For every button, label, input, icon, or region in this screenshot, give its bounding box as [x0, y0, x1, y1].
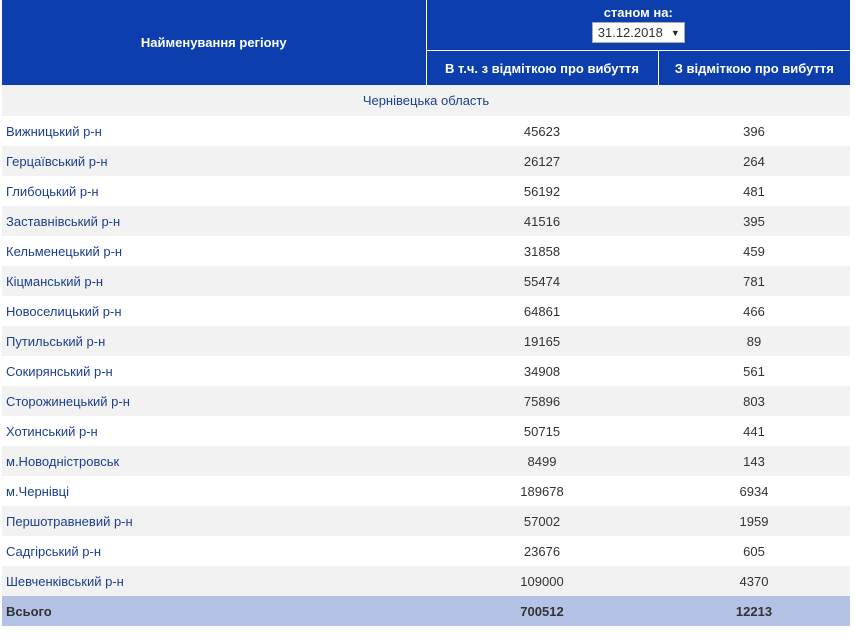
district-link[interactable]: Новоселицький р-н — [2, 296, 426, 326]
value-with-mark: 109000 — [426, 566, 658, 596]
value-with-mark: 189678 — [426, 476, 658, 506]
value-with-mark: 75896 — [426, 386, 658, 416]
value-with-mark: 31858 — [426, 236, 658, 266]
header-row: Найменування регіону станом на: 31.12.20… — [2, 0, 850, 85]
total-row: Всього 700512 12213 — [2, 596, 850, 626]
value-with-mark: 26127 — [426, 146, 658, 176]
value-with-mark: 57002 — [426, 506, 658, 536]
table-row: Новоселицький р-н 64861 466 — [2, 296, 850, 326]
district-link[interactable]: Садгірський р-н — [2, 536, 426, 566]
table-row: Садгірський р-н 23676 605 — [2, 536, 850, 566]
value-with-mark: 50715 — [426, 416, 658, 446]
table-row: Глибоцький р-н 56192 481 — [2, 176, 850, 206]
district-link[interactable]: Кіцманський р-н — [2, 266, 426, 296]
date-header: станом на: 31.12.2018 ▼ — [426, 0, 850, 51]
value-mark: 605 — [658, 536, 850, 566]
value-mark: 481 — [658, 176, 850, 206]
value-with-mark: 41516 — [426, 206, 658, 236]
value-with-mark: 55474 — [426, 266, 658, 296]
total-label: Всього — [2, 596, 426, 626]
table-row: Першотравневий р-н 57002 1959 — [2, 506, 850, 536]
table-row: Сторожинецький р-н 75896 803 — [2, 386, 850, 416]
table-row: м.Чернівці 189678 6934 — [2, 476, 850, 506]
district-link[interactable]: Вижницький р-н — [2, 116, 426, 146]
value-mark: 1959 — [658, 506, 850, 536]
value-with-mark: 23676 — [426, 536, 658, 566]
district-link[interactable]: Путильський р-н — [2, 326, 426, 356]
value-mark: 441 — [658, 416, 850, 446]
value-mark: 466 — [658, 296, 850, 326]
district-link[interactable]: Заставнівський р-н — [2, 206, 426, 236]
value-mark: 803 — [658, 386, 850, 416]
table-row: Кельменецький р-н 31858 459 — [2, 236, 850, 266]
district-link[interactable]: Кельменецький р-н — [2, 236, 426, 266]
oblast-row: Чернівецька область — [2, 85, 850, 116]
district-link[interactable]: Герцаївський р-н — [2, 146, 426, 176]
value-mark: 89 — [658, 326, 850, 356]
table-row: Сокирянський р-н 34908 561 — [2, 356, 850, 386]
dropdown-arrow-icon: ▼ — [670, 28, 680, 38]
value-with-mark: 45623 — [426, 116, 658, 146]
column-header-mark: З відміткою про вибуття — [658, 50, 850, 85]
district-link[interactable]: м.Новодністровськ — [2, 446, 426, 476]
oblast-link[interactable]: Чернівецька область — [2, 85, 850, 116]
date-select-value: 31.12.2018 — [597, 25, 663, 40]
page: Найменування регіону станом на: 31.12.20… — [0, 0, 855, 635]
value-mark: 264 — [658, 146, 850, 176]
value-mark: 781 — [658, 266, 850, 296]
value-with-mark: 56192 — [426, 176, 658, 206]
value-mark: 6934 — [658, 476, 850, 506]
table-row: Хотинський р-н 50715 441 — [2, 416, 850, 446]
total-with-mark: 700512 — [426, 596, 658, 626]
table-row: м.Новодністровськ 8499 143 — [2, 446, 850, 476]
total-mark: 12213 — [658, 596, 850, 626]
table-row: Герцаївський р-н 26127 264 — [2, 146, 850, 176]
district-link[interactable]: Сокирянський р-н — [2, 356, 426, 386]
district-link[interactable]: м.Чернівці — [2, 476, 426, 506]
value-with-mark: 64861 — [426, 296, 658, 326]
value-with-mark: 8499 — [426, 446, 658, 476]
value-mark: 561 — [658, 356, 850, 386]
table-row: Кіцманський р-н 55474 781 — [2, 266, 850, 296]
date-select[interactable]: 31.12.2018 ▼ — [591, 22, 685, 43]
value-mark: 396 — [658, 116, 850, 146]
district-link[interactable]: Першотравневий р-н — [2, 506, 426, 536]
column-header-with-mark: В т.ч. з відміткою про вибуття — [426, 50, 659, 85]
table-row: Вижницький р-н 45623 396 — [2, 116, 850, 146]
district-link[interactable]: Шевченківський р-н — [2, 566, 426, 596]
district-link[interactable]: Глибоцький р-н — [2, 176, 426, 206]
district-link[interactable]: Хотинський р-н — [2, 416, 426, 446]
value-with-mark: 34908 — [426, 356, 658, 386]
value-mark: 4370 — [658, 566, 850, 596]
region-stats-table: Найменування регіону станом на: 31.12.20… — [2, 0, 850, 626]
table-row: Шевченківський р-н 109000 4370 — [2, 566, 850, 596]
value-mark: 143 — [658, 446, 850, 476]
value-mark: 459 — [658, 236, 850, 266]
table-row: Путильський р-н 19165 89 — [2, 326, 850, 356]
date-label: станом на: — [603, 5, 673, 20]
value-mark: 395 — [658, 206, 850, 236]
table-row: Заставнівський р-н 41516 395 — [2, 206, 850, 236]
district-link[interactable]: Сторожинецький р-н — [2, 386, 426, 416]
value-with-mark: 19165 — [426, 326, 658, 356]
region-column-header: Найменування регіону — [2, 0, 427, 85]
